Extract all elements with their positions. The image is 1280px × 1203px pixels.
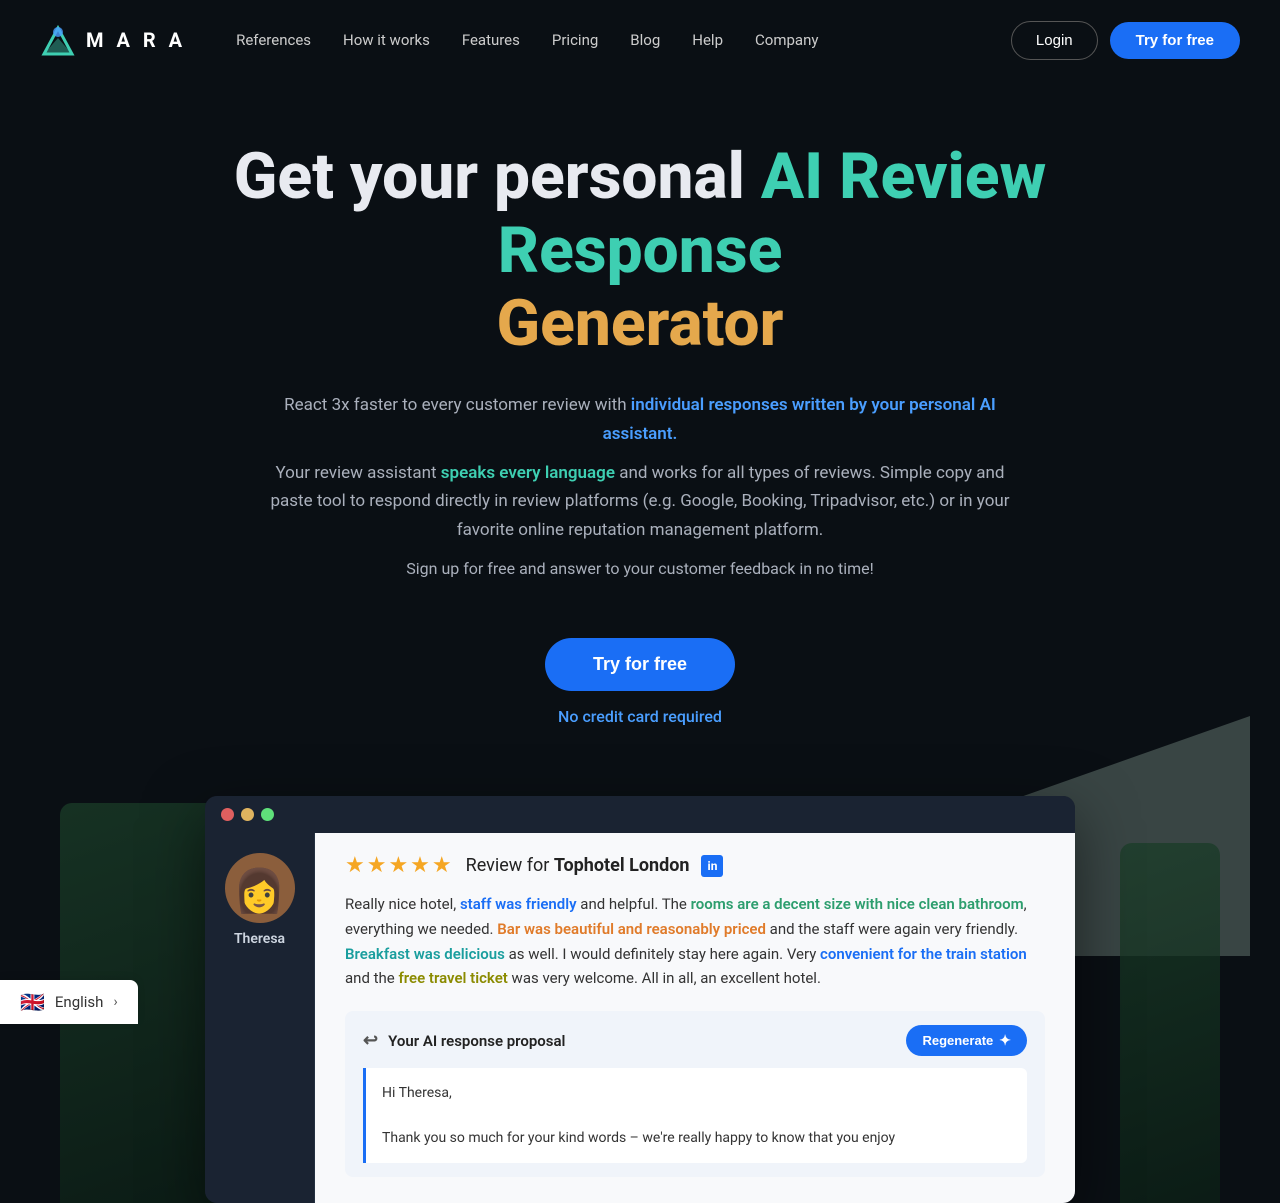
hotel-name: Tophotel London	[554, 855, 690, 876]
ai-line1: Hi Theresa,	[382, 1082, 1011, 1104]
avatar: 👩	[225, 853, 295, 923]
logo-link[interactable]: M A R A	[40, 22, 186, 58]
demo-window: 👩 Theresa ★★★★★ Review for Tophotel Lond…	[205, 796, 1075, 1203]
hotel-icon: in	[701, 855, 723, 877]
nav-help[interactable]: Help	[692, 31, 723, 49]
flag-icon: 🇬🇧	[20, 990, 45, 1014]
hero-signup-text: Sign up for free and answer to your cust…	[40, 559, 1240, 578]
hl-staff-friendly: staff was friendly	[460, 895, 577, 913]
hero-headline: Get your personal AI Review Response Gen…	[190, 140, 1090, 361]
chevron-right-icon: ›	[113, 994, 117, 1010]
review-header: ★★★★★ Review for Tophotel London in	[345, 853, 1045, 878]
ai-response-section: ↩ Your AI response proposal Regenerate ✦…	[345, 1011, 1045, 1177]
try-for-free-cta-button[interactable]: Try for free	[545, 638, 735, 691]
dot-green	[261, 808, 274, 821]
review-content: ★★★★★ Review for Tophotel London in Real…	[315, 833, 1075, 1203]
try-for-free-nav-button[interactable]: Try for free	[1110, 22, 1240, 59]
nav-links: References How it works Features Pricing…	[236, 31, 1011, 49]
nav-features[interactable]: Features	[462, 31, 520, 49]
nav-company[interactable]: Company	[755, 31, 818, 49]
reply-icon: ↩	[363, 1030, 378, 1051]
ai-response-header: ↩ Your AI response proposal Regenerate ✦	[363, 1025, 1027, 1056]
stars: ★★★★★	[345, 853, 454, 878]
login-button[interactable]: Login	[1011, 21, 1098, 60]
hero-subtext2: Your review assistant speaks every langu…	[265, 459, 1015, 546]
nav-pricing[interactable]: Pricing	[552, 31, 598, 49]
no-credit-card-text: No credit card required	[558, 707, 722, 726]
avatar-panel: 👩 Theresa	[205, 833, 315, 1203]
nav-how-it-works[interactable]: How it works	[343, 31, 430, 49]
language-bar[interactable]: 🇬🇧 English ›	[0, 980, 138, 1024]
hl-rooms: rooms are a decent size with nice clean …	[691, 895, 1024, 913]
hero-subtext1: React 3x faster to every customer review…	[265, 391, 1015, 449]
navbar: M A R A References How it works Features…	[0, 0, 1280, 80]
logo-text: M A R A	[86, 28, 186, 52]
nav-blog[interactable]: Blog	[630, 31, 660, 49]
hl-travel-ticket: free travel ticket	[398, 969, 507, 987]
language-label: English	[55, 993, 104, 1011]
dot-yellow	[241, 808, 254, 821]
regenerate-icon: ✦	[999, 1032, 1011, 1049]
right-deco-panel	[1120, 843, 1220, 1203]
hl-bar: Bar was beautiful and reasonably priced	[497, 920, 766, 938]
hero-link-ai: individual responses written by your per…	[603, 395, 996, 444]
hl-train: convenient for the train station	[820, 945, 1027, 963]
ai-line2: Thank you so much for your kind words – …	[382, 1127, 1011, 1149]
headline-highlight2: Generator	[497, 286, 784, 361]
hl-breakfast: Breakfast was delicious	[345, 945, 505, 963]
window-body: 👩 Theresa ★★★★★ Review for Tophotel Lond…	[205, 833, 1075, 1203]
dot-red	[221, 808, 234, 821]
cta-area: Try for free No credit card required	[0, 628, 1280, 756]
review-text: Really nice hotel, staff was friendly an…	[345, 892, 1045, 991]
hero-link-lang: speaks every language	[441, 463, 615, 483]
ai-response-box: Hi Theresa, Thank you so much for your k…	[363, 1068, 1027, 1163]
window-titlebar	[205, 796, 1075, 833]
hero-section: Get your personal AI Review Response Gen…	[0, 80, 1280, 628]
nav-actions: Login Try for free	[1011, 21, 1240, 60]
nav-references[interactable]: References	[236, 31, 311, 49]
logo-icon	[40, 22, 76, 58]
review-title: Review for Tophotel London	[466, 855, 690, 876]
headline-prefix: Get your personal	[234, 139, 761, 214]
ai-response-title: ↩ Your AI response proposal	[363, 1030, 565, 1051]
regenerate-button[interactable]: Regenerate ✦	[906, 1025, 1027, 1056]
reviewer-name: Theresa	[234, 931, 285, 947]
demo-section: 👩 Theresa ★★★★★ Review for Tophotel Lond…	[0, 796, 1280, 1203]
